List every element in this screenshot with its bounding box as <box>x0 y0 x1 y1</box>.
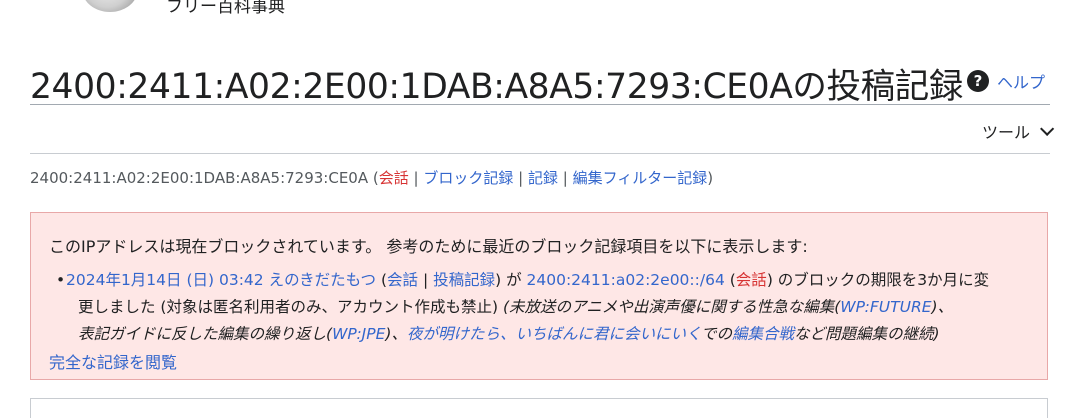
entry-user-talk-link[interactable]: 会話 <box>387 271 418 289</box>
wp-jpe-link[interactable]: WP:JPE <box>332 325 385 343</box>
block-notice-header: このIPアドレスは現在ブロックされています。 参考のために最近のブロック記録項目… <box>49 237 808 256</box>
tools-dropdown[interactable]: ツール <box>981 119 1055 143</box>
article-link[interactable]: 夜が明けたら、いちばんに君に会いにいく <box>407 325 701 343</box>
contributions-form-box <box>30 398 1048 418</box>
block-log-link[interactable]: ブロック記録 <box>423 169 513 187</box>
help-label: ヘルプ <box>997 73 1046 92</box>
edit-war-link[interactable]: 編集合戦 <box>732 325 794 343</box>
entry-user-contribs-link[interactable]: 投稿記録 <box>433 271 495 289</box>
chevron-down-icon <box>1040 121 1055 136</box>
site-tagline: フリー百科事典 <box>166 0 285 17</box>
contributions-subtitle: 2400:2411:A02:2E00:1DAB:A8A5:7293:CE0A (… <box>30 167 713 188</box>
help-link[interactable]: ? ヘルプ <box>967 69 1045 93</box>
talk-link[interactable]: 会話 <box>379 169 409 187</box>
entry-user-link[interactable]: えのきだたもつ <box>269 271 376 289</box>
entry-action-text: のブロックの期限を3か月に変 <box>772 271 990 289</box>
entry-reason-4: )、 <box>385 325 407 343</box>
wikipedia-globe-icon <box>82 0 138 12</box>
logs-link[interactable]: 記録 <box>528 169 558 187</box>
entry-reason-6: など問題編集の継続) <box>794 325 940 343</box>
entry-action-text-2: 更しました (対象は匿名利用者のみ、アカウント作成も禁止) <box>78 298 499 316</box>
entry-reason-1: (未放送のアニメや出演声優に関する性急な編集( <box>502 298 841 316</box>
tools-label: ツール <box>981 123 1030 142</box>
bullet: • <box>56 271 66 289</box>
separator: | <box>408 169 424 187</box>
abuse-filter-log-link[interactable]: 編集フィルター記録 <box>573 169 708 187</box>
question-circle-icon: ? <box>967 70 989 92</box>
entry-range-talk-link[interactable]: 会話 <box>736 271 767 289</box>
view-full-log-link[interactable]: 完全な記録を閲覧 <box>49 349 177 373</box>
separator: | <box>557 169 573 187</box>
separator: | <box>513 169 528 187</box>
wp-future-link[interactable]: WP:FUTURE <box>840 298 931 316</box>
entry-reason-3: 表記ガイドに反した編集の繰り返し( <box>78 325 333 343</box>
block-notice: このIPアドレスは現在ブロックされています。 参考のために最近のブロック記録項目… <box>30 212 1048 380</box>
paren-close: ) <box>707 169 714 187</box>
entry-date-link[interactable]: 2024年1月14日 (日) 03:42 <box>66 271 264 289</box>
subtitle-ip: 2400:2411:A02:2E00:1DAB:A8A5:7293:CE0A <box>30 169 369 187</box>
paren-open: ( <box>368 169 379 187</box>
page-toolbar: ツール <box>30 105 1055 154</box>
entry-range-link[interactable]: 2400:2411:a02:2e00::/64 <box>527 271 725 289</box>
block-log-entry: • 2024年1月14日 (日) 03:42 えのきだたもつ (会話 | 投稿記… <box>56 267 1026 348</box>
entry-reason-5: での <box>701 325 733 343</box>
entry-reason-2: )、 <box>931 298 954 316</box>
page-title: 2400:2411:A02:2E00:1DAB:A8A5:7293:CE0Aの投… <box>30 67 963 107</box>
